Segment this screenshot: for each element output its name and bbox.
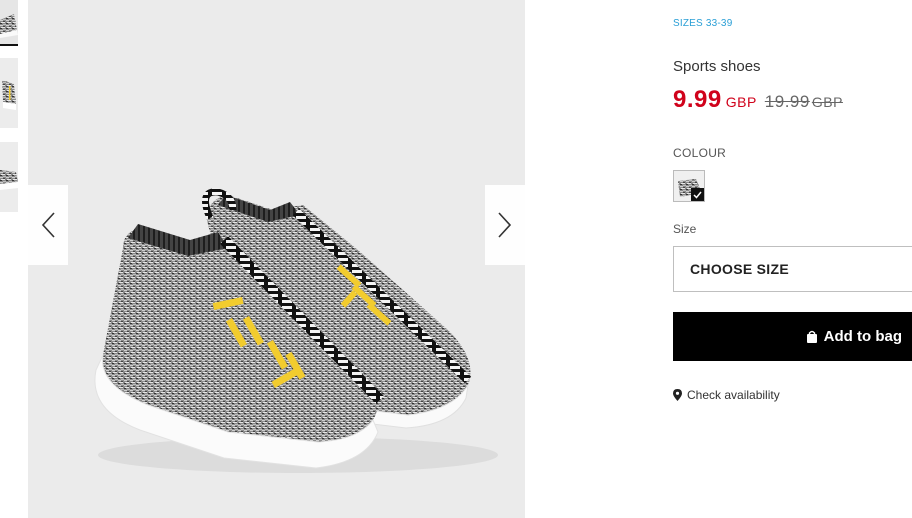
sizes-range: SIZES 33-39 xyxy=(673,18,733,29)
check-availability-link[interactable]: Check availability xyxy=(673,388,780,402)
price-row: 9.99 GBP 19.99 GBP xyxy=(673,86,843,114)
shopping-bag-icon xyxy=(806,330,818,343)
thumbnail-3[interactable] xyxy=(0,142,18,212)
next-image-button[interactable] xyxy=(485,185,525,265)
sneaker-illustration xyxy=(94,188,498,473)
chevron-left-icon xyxy=(41,212,55,238)
add-to-bag-label: Add to bag xyxy=(823,328,902,345)
product-name: Sports shoes xyxy=(673,58,761,75)
product-image xyxy=(28,0,525,518)
thumbnail-2[interactable] xyxy=(0,58,18,128)
size-label: Size xyxy=(673,222,697,236)
thumbnail-strip xyxy=(0,0,18,518)
add-to-bag-button[interactable]: Add to bag xyxy=(673,312,912,361)
map-pin-icon xyxy=(673,389,682,401)
previous-image-button[interactable] xyxy=(28,185,68,265)
check-availability-label: Check availability xyxy=(687,388,780,402)
chevron-right-icon xyxy=(498,212,512,238)
size-select[interactable]: CHOOSE SIZE xyxy=(673,246,912,292)
checkmark-icon xyxy=(691,188,704,201)
colour-label: COLOUR xyxy=(673,146,727,160)
current-price-currency: GBP xyxy=(725,94,757,110)
colour-swatch-selected[interactable] xyxy=(673,170,705,202)
current-price: 9.99 xyxy=(673,86,722,113)
original-price: 19.99 xyxy=(764,92,810,111)
original-price-currency: GBP xyxy=(811,94,843,110)
size-select-value: CHOOSE SIZE xyxy=(690,261,789,277)
product-info-panel: SIZES 33-39 Sports shoes 9.99 GBP 19.99 GBP… xyxy=(673,0,912,518)
thumbnail-1[interactable] xyxy=(0,0,18,46)
